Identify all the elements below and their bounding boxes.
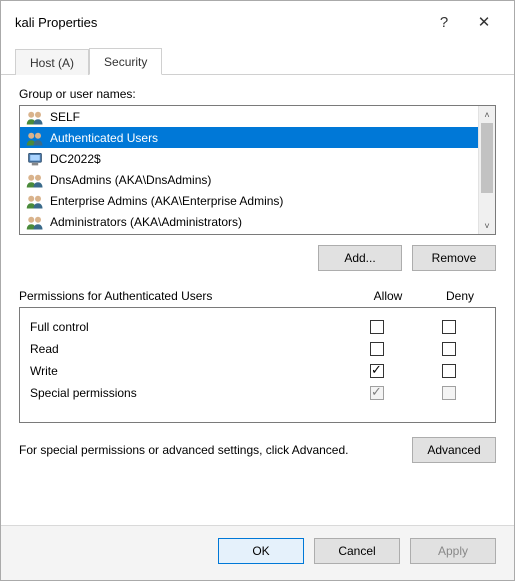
users-icon [26, 193, 44, 209]
scrollbar[interactable]: ˄ ˅ [478, 106, 495, 234]
scroll-up-icon[interactable]: ˄ [479, 106, 495, 123]
allow-checkbox[interactable] [370, 342, 384, 356]
properties-dialog: kali Properties ? ✕ Host (A) Security Gr… [0, 0, 515, 581]
list-item[interactable]: Administrators (AKA\Administrators) [20, 211, 478, 232]
group-list-label: Group or user names: [19, 87, 496, 101]
permission-row: Read [30, 338, 485, 360]
users-icon [26, 109, 44, 125]
advanced-button[interactable]: Advanced [412, 437, 496, 463]
permission-label: Read [30, 342, 341, 356]
deny-checkbox[interactable] [442, 342, 456, 356]
allow-checkbox [370, 386, 384, 400]
permissions-for-label: Permissions for Authenticated Users [19, 289, 352, 303]
allow-checkbox[interactable] [370, 320, 384, 334]
permission-label: Special permissions [30, 386, 341, 400]
advanced-text: For special permissions or advanced sett… [19, 442, 400, 458]
dialog-footer: OK Cancel Apply [1, 525, 514, 580]
list-item[interactable]: DC2022$ [20, 148, 478, 169]
ok-button[interactable]: OK [218, 538, 304, 564]
list-item-label: DnsAdmins (AKA\DnsAdmins) [50, 173, 211, 187]
window-title: kali Properties [15, 15, 424, 30]
permission-label: Full control [30, 320, 341, 334]
computer-icon [26, 151, 44, 167]
deny-col-header: Deny [424, 289, 496, 303]
permission-row: Write [30, 360, 485, 382]
group-listbox[interactable]: SELF Authenticated Users DC2022$ DnsAdmi… [19, 105, 496, 235]
list-item[interactable]: Authenticated Users [20, 127, 478, 148]
list-item[interactable]: Enterprise Admins (AKA\Enterprise Admins… [20, 190, 478, 211]
permissions-box: Full control Read Write Special permissi… [19, 307, 496, 423]
permissions-header: Permissions for Authenticated Users Allo… [19, 289, 496, 303]
add-button[interactable]: Add... [318, 245, 402, 271]
help-button[interactable]: ? [424, 9, 464, 35]
deny-checkbox[interactable] [442, 364, 456, 378]
tab-host-a[interactable]: Host (A) [15, 49, 89, 75]
tab-body: Group or user names: SELF Authenticated … [1, 75, 514, 525]
permission-row: Special permissions [30, 382, 485, 404]
permission-label: Write [30, 364, 341, 378]
deny-checkbox[interactable] [442, 320, 456, 334]
scroll-thumb[interactable] [481, 123, 493, 193]
list-item[interactable]: DnsAdmins (AKA\DnsAdmins) [20, 169, 478, 190]
tab-strip: Host (A) Security [1, 41, 514, 75]
apply-button[interactable]: Apply [410, 538, 496, 564]
cancel-button[interactable]: Cancel [314, 538, 400, 564]
close-button[interactable]: ✕ [464, 9, 504, 35]
list-item-label: Administrators (AKA\Administrators) [50, 215, 242, 229]
scroll-down-icon[interactable]: ˅ [479, 217, 495, 234]
list-item-label: Enterprise Admins (AKA\Enterprise Admins… [50, 194, 283, 208]
scroll-track[interactable] [479, 123, 495, 217]
list-item[interactable]: SELF [20, 106, 478, 127]
remove-button[interactable]: Remove [412, 245, 496, 271]
list-item-label: Authenticated Users [50, 131, 158, 145]
group-list-content: SELF Authenticated Users DC2022$ DnsAdmi… [20, 106, 478, 234]
allow-checkbox[interactable] [370, 364, 384, 378]
titlebar: kali Properties ? ✕ [1, 1, 514, 41]
users-icon [26, 172, 44, 188]
allow-col-header: Allow [352, 289, 424, 303]
advanced-row: For special permissions or advanced sett… [19, 437, 496, 463]
users-icon [26, 130, 44, 146]
deny-checkbox [442, 386, 456, 400]
list-item-label: SELF [50, 110, 80, 124]
list-item-label: DC2022$ [50, 152, 101, 166]
permission-row: Full control [30, 316, 485, 338]
tab-security[interactable]: Security [89, 48, 162, 75]
group-buttons: Add... Remove [19, 245, 496, 271]
users-icon [26, 214, 44, 230]
